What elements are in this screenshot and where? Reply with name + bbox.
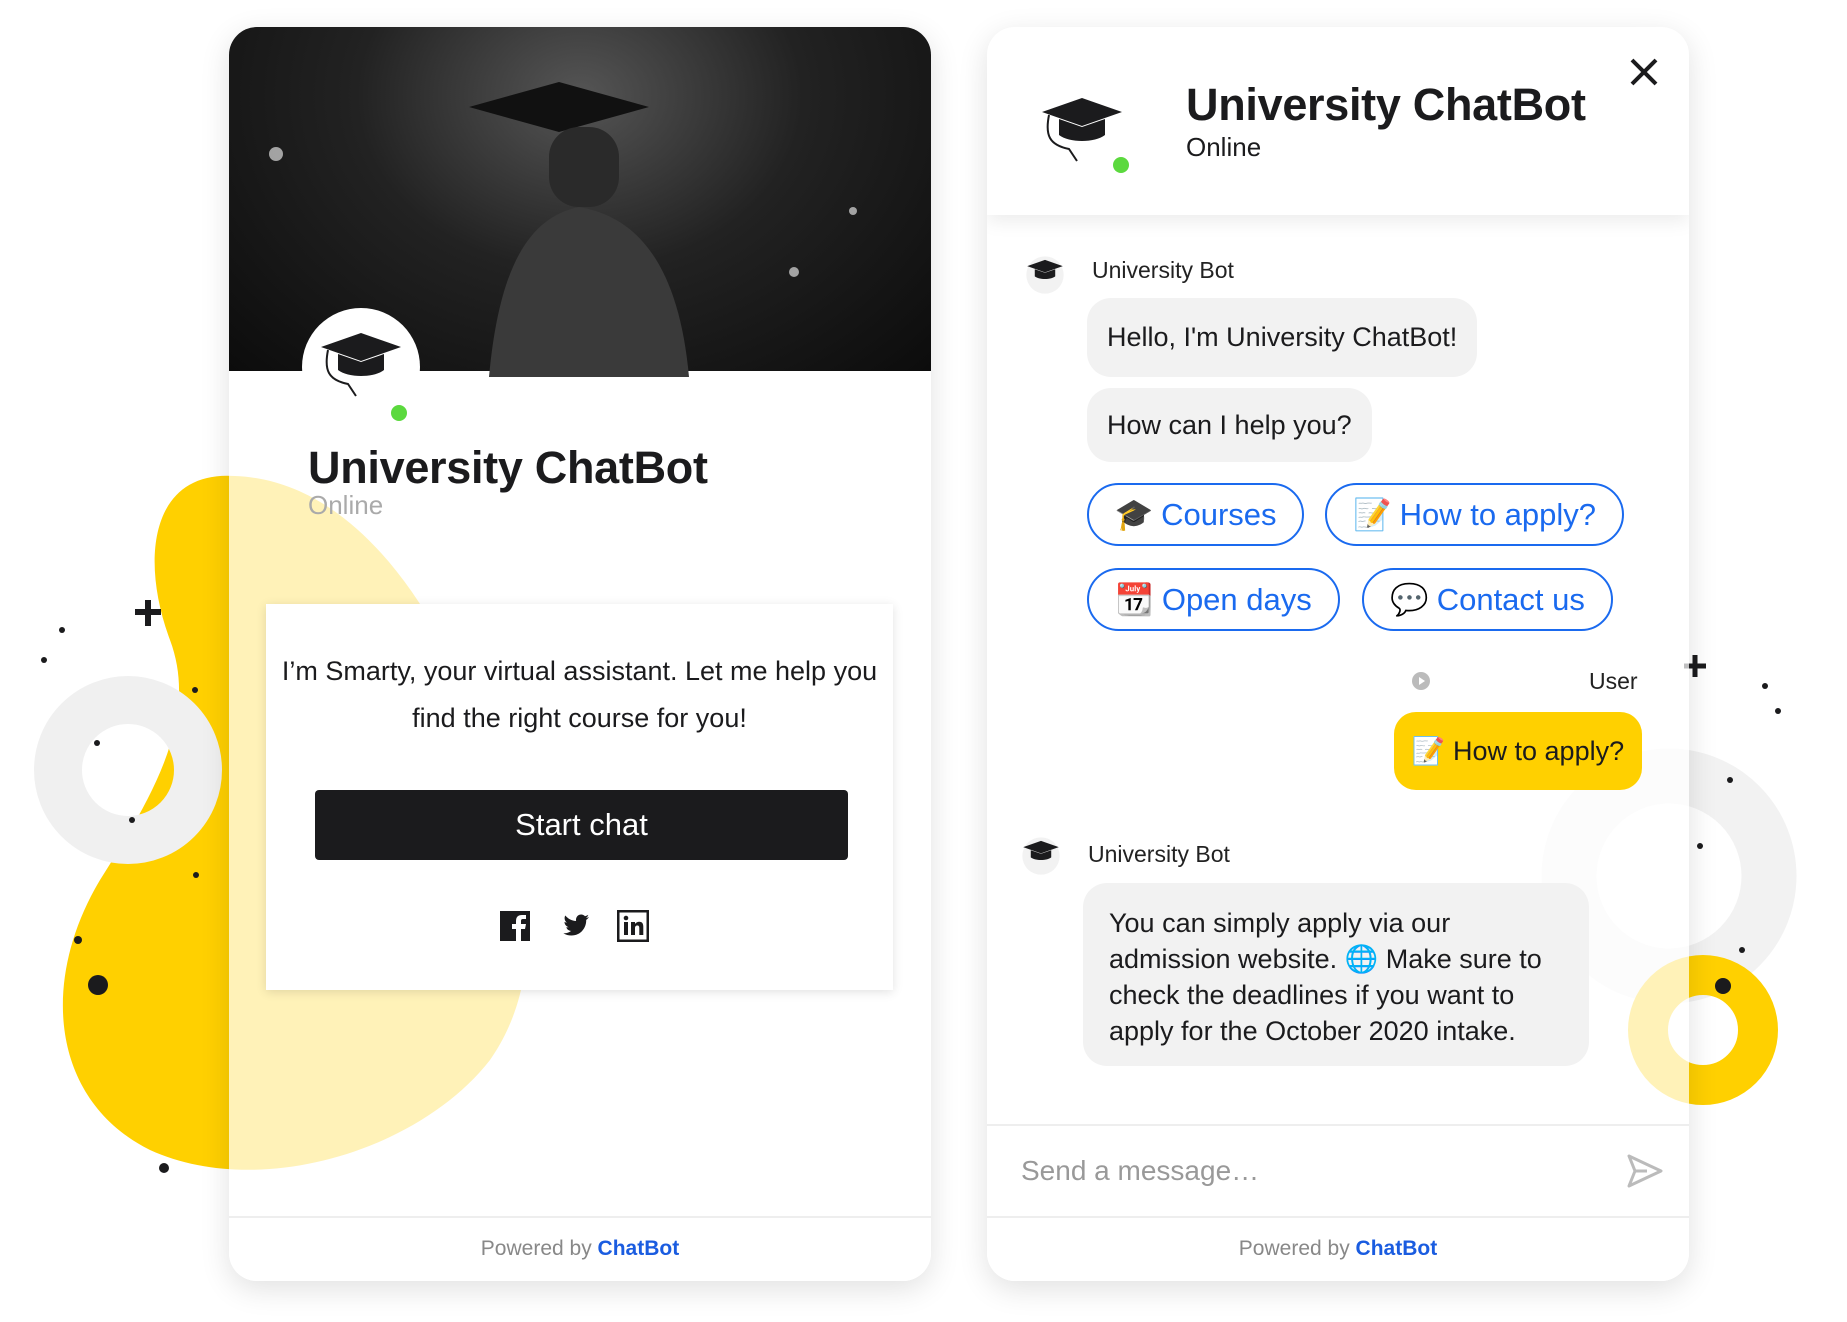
calendar-icon: 📆 — [1115, 582, 1154, 617]
powered-by-text: Powered by — [480, 1237, 592, 1260]
powered-by: Powered by ChatBot — [229, 1216, 931, 1281]
start-chat-button[interactable]: Start chat — [315, 790, 848, 860]
widget-status: Online — [308, 490, 384, 520]
twitter-icon[interactable] — [559, 910, 591, 942]
bot-avatar-small — [1026, 256, 1064, 294]
graduation-cap-icon: 🎓 — [1114, 497, 1154, 532]
quick-reply-open-days[interactable]: 📆 Open days — [1087, 568, 1340, 631]
chat-title: University ChatBot — [1186, 79, 1586, 130]
user-name: User — [1589, 668, 1638, 694]
gray-ring-left — [34, 676, 222, 864]
intro-card: I’m Smarty, your virtual assistant. Let … — [266, 604, 893, 990]
intro-text: I’m Smarty, your virtual assistant. Let … — [281, 656, 878, 733]
message-input[interactable] — [1021, 1146, 1581, 1196]
bot-message: Hello, I'm University ChatBot! — [1087, 298, 1478, 377]
chat-window: University ChatBot Online University Bot… — [987, 27, 1689, 1281]
quick-reply-label: Open days — [1161, 581, 1312, 617]
bot-reply: You can simply apply via our admission w… — [1083, 883, 1589, 1066]
quick-reply-label: Contact us — [1436, 581, 1585, 617]
memo-icon: 📝 — [1352, 497, 1392, 532]
linkedin-icon[interactable] — [617, 910, 649, 942]
bot-name: University Bot — [1092, 257, 1234, 283]
user-message: 📝 How to apply? — [1394, 712, 1642, 790]
plus-decoration — [135, 600, 161, 626]
bot-message: How can I help you? — [1087, 388, 1372, 462]
chat-launcher-widget: University ChatBot Online I’m Smarty, yo… — [229, 27, 931, 1281]
quick-reply-label: Courses — [1161, 496, 1277, 532]
chatbot-link[interactable]: ChatBot — [1356, 1237, 1438, 1260]
speech-bubble-icon: 💬 — [1390, 582, 1429, 617]
close-icon[interactable] — [1627, 55, 1661, 89]
send-icon[interactable] — [1627, 1154, 1663, 1188]
user-avatar-icon — [1412, 672, 1430, 690]
chat-status: Online — [1186, 132, 1262, 162]
facebook-icon[interactable] — [499, 910, 531, 942]
online-indicator — [1113, 157, 1129, 173]
quick-reply-how-to-apply[interactable]: 📝 How to apply? — [1325, 483, 1624, 546]
powered-by: Powered by ChatBot — [987, 1216, 1689, 1281]
bot-avatar-small — [1022, 837, 1060, 875]
online-indicator — [391, 405, 407, 421]
powered-by-text: Powered by — [1238, 1237, 1350, 1260]
bot-name: University Bot — [1088, 841, 1230, 867]
chat-header: University ChatBot Online — [987, 27, 1689, 215]
quick-reply-contact-us[interactable]: 💬 Contact us — [1362, 568, 1613, 631]
quick-reply-courses[interactable]: 🎓 Courses — [1087, 483, 1304, 546]
widget-title: University ChatBot — [308, 442, 708, 493]
message-composer — [987, 1124, 1689, 1216]
graduation-cap-icon — [321, 333, 401, 397]
quick-reply-label: How to apply? — [1399, 496, 1597, 532]
chatbot-link[interactable]: ChatBot — [598, 1237, 680, 1260]
